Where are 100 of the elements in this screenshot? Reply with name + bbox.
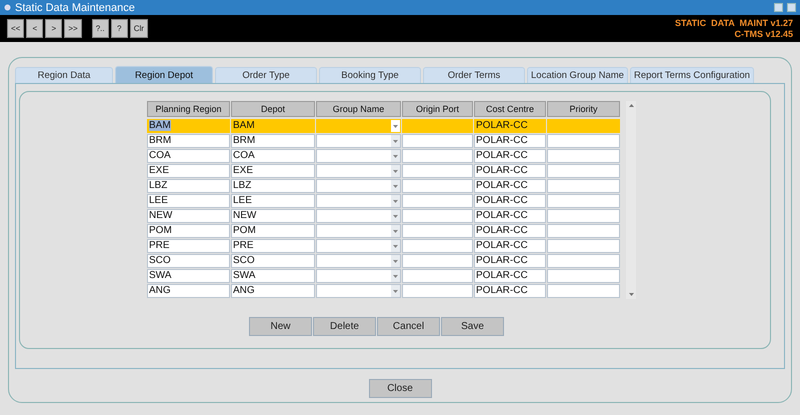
input-field[interactable]: POM — [231, 224, 315, 238]
input-field[interactable]: BAM — [147, 119, 230, 133]
input-field[interactable] — [402, 149, 473, 163]
dropdown-field[interactable] — [316, 209, 401, 223]
dropdown-arrow-icon[interactable] — [393, 274, 398, 278]
tab[interactable]: Region Depot — [115, 66, 213, 83]
close-button[interactable]: Close — [368, 379, 432, 398]
input-field[interactable]: POLAR-CC — [474, 119, 546, 133]
dropdown-field[interactable] — [316, 164, 401, 178]
input-field[interactable]: ANG — [231, 284, 315, 298]
input-field[interactable] — [402, 269, 473, 283]
input-field[interactable] — [547, 209, 620, 223]
input-field[interactable] — [547, 224, 620, 238]
input-field[interactable]: ANG — [147, 284, 230, 298]
dropdown-arrow-icon[interactable] — [393, 170, 398, 172]
toolbar-button[interactable]: ?.. — [92, 19, 109, 38]
dropdown-arrow-icon[interactable] — [393, 200, 398, 202]
dropdown-field[interactable] — [316, 269, 401, 283]
input-field[interactable]: LBZ — [231, 179, 315, 193]
action-button[interactable]: Delete — [313, 317, 376, 336]
tab[interactable]: Order Type — [215, 67, 317, 83]
input-field[interactable]: POM — [147, 224, 230, 238]
input-field[interactable]: POLAR-CC — [474, 254, 546, 268]
scrollbar[interactable] — [626, 101, 636, 299]
input-field[interactable] — [547, 269, 620, 283]
input-field[interactable] — [402, 209, 473, 223]
dropdown-field[interactable] — [316, 239, 401, 253]
input-field[interactable] — [547, 149, 620, 163]
toolbar-button[interactable]: Clr — [130, 19, 148, 38]
tab[interactable]: Order Terms — [423, 67, 525, 83]
input-field[interactable] — [402, 284, 473, 298]
input-field[interactable]: BRM — [231, 134, 315, 148]
input-field[interactable] — [547, 179, 620, 193]
input-field[interactable]: POLAR-CC — [474, 194, 546, 208]
input-field[interactable] — [402, 134, 473, 148]
dropdown-arrow-icon[interactable] — [393, 244, 398, 248]
dropdown-arrow-icon[interactable] — [393, 154, 398, 158]
dropdown-arrow-icon[interactable] — [393, 230, 398, 232]
tab[interactable]: Report Terms Configuration — [630, 67, 754, 83]
input-field[interactable] — [547, 164, 620, 178]
input-field[interactable]: POLAR-CC — [474, 224, 546, 238]
input-field[interactable]: PRE — [147, 239, 230, 253]
dropdown-arrow-icon[interactable] — [393, 124, 398, 128]
toolbar-button[interactable]: << — [7, 19, 24, 38]
minimize-button[interactable] — [774, 3, 783, 12]
input-field[interactable]: COA — [147, 149, 230, 163]
tab[interactable]: Booking Type — [319, 67, 421, 83]
action-button[interactable]: Save — [441, 317, 504, 336]
input-field[interactable] — [402, 224, 473, 238]
input-field[interactable]: SWA — [231, 269, 315, 283]
input-field[interactable] — [547, 284, 620, 298]
dropdown-field[interactable] — [316, 119, 401, 133]
input-field[interactable]: SCO — [231, 254, 315, 268]
dropdown-field[interactable] — [316, 179, 401, 193]
input-field[interactable]: SWA — [147, 269, 230, 283]
input-field[interactable] — [402, 119, 473, 133]
input-field[interactable]: NEW — [231, 209, 315, 223]
dropdown-field[interactable] — [316, 134, 401, 148]
input-field[interactable]: LBZ — [147, 179, 230, 193]
input-field[interactable]: COA — [231, 149, 315, 163]
dropdown-field[interactable] — [316, 224, 401, 238]
input-field[interactable]: PRE — [231, 239, 315, 253]
maximize-button[interactable] — [787, 3, 796, 12]
dropdown-arrow-icon[interactable] — [393, 260, 398, 262]
tab[interactable]: Location Group Name — [527, 67, 628, 83]
input-field[interactable]: POLAR-CC — [474, 209, 546, 223]
input-field[interactable]: POLAR-CC — [474, 269, 546, 283]
toolbar-button[interactable]: >> — [64, 19, 82, 38]
input-field[interactable]: SCO — [147, 254, 230, 268]
input-field[interactable]: EXE — [231, 164, 315, 178]
input-field[interactable] — [402, 164, 473, 178]
input-field[interactable]: EXE — [147, 164, 230, 178]
input-field[interactable]: POLAR-CC — [474, 239, 546, 253]
dropdown-arrow-icon[interactable] — [393, 290, 398, 292]
input-field[interactable]: POLAR-CC — [474, 134, 546, 148]
input-field[interactable] — [547, 254, 620, 268]
toolbar-button[interactable]: < — [26, 19, 44, 38]
tab[interactable]: Region Data — [15, 67, 113, 83]
action-button[interactable]: Cancel — [377, 317, 440, 336]
input-field[interactable] — [547, 239, 620, 253]
input-field[interactable]: POLAR-CC — [474, 179, 546, 193]
input-field[interactable]: LEE — [231, 194, 315, 208]
input-field[interactable]: POLAR-CC — [474, 164, 546, 178]
input-field[interactable]: BRM — [147, 134, 230, 148]
input-field[interactable] — [547, 134, 620, 148]
input-field[interactable] — [402, 254, 473, 268]
dropdown-arrow-icon[interactable] — [393, 214, 398, 218]
input-field[interactable] — [402, 239, 473, 253]
dropdown-field[interactable] — [316, 149, 401, 163]
action-button[interactable]: New — [249, 317, 312, 336]
toolbar-button[interactable]: > — [45, 19, 62, 38]
dropdown-field[interactable] — [316, 284, 401, 298]
dropdown-arrow-icon[interactable] — [393, 140, 398, 142]
input-field[interactable]: LEE — [147, 194, 230, 208]
input-field[interactable]: NEW — [147, 209, 230, 223]
input-field[interactable]: POLAR-CC — [474, 149, 546, 163]
dropdown-field[interactable] — [316, 194, 401, 208]
input-field[interactable] — [402, 194, 473, 208]
input-field[interactable] — [402, 179, 473, 193]
input-field[interactable] — [547, 119, 620, 133]
